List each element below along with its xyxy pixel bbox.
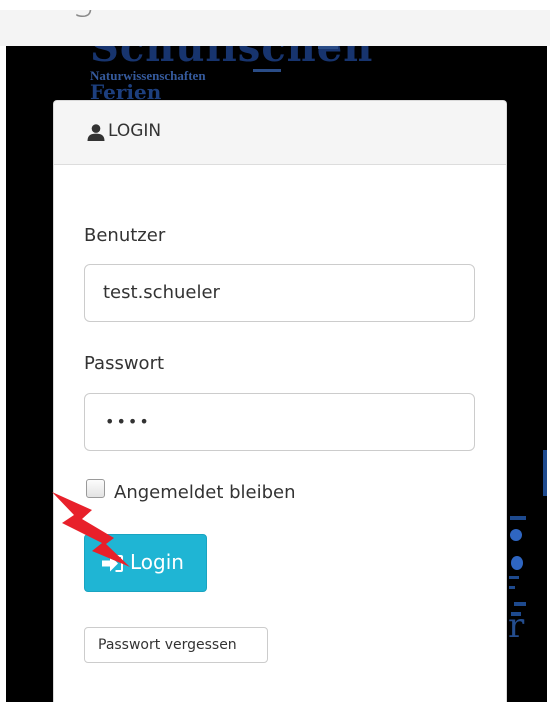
forgot-password-button[interactable]: Passwort vergessen <box>84 627 268 663</box>
background-word-fragment <box>318 46 338 49</box>
username-input[interactable]: test.schueler <box>84 264 475 322</box>
username-label: Benutzer <box>84 225 166 246</box>
user-icon <box>87 124 105 141</box>
background-word-fragment <box>510 516 526 520</box>
login-panel: LOGIN Benutzer test.schueler Passwort ••… <box>53 100 507 702</box>
username-value: test.schueler <box>103 282 220 303</box>
background-word-fragment <box>509 586 515 589</box>
password-label: Passwort <box>84 353 165 374</box>
background-word-fragment <box>511 556 523 570</box>
top-strip <box>0 0 550 10</box>
page-title: Login <box>28 10 129 18</box>
page-header: Login <box>0 10 550 47</box>
forgot-password-label: Passwort vergessen <box>98 637 237 653</box>
background-word-fragment <box>510 529 522 541</box>
panel-title: LOGIN <box>108 121 162 141</box>
lightning-bolt-icon <box>52 492 130 567</box>
password-masked-value: •••• <box>105 412 151 431</box>
background-word-fragment <box>253 69 281 72</box>
background-word-fragment <box>509 576 519 579</box>
password-input[interactable]: •••• <box>84 393 475 451</box>
background-word-fragment <box>543 450 547 496</box>
panel-heading: LOGIN <box>54 101 506 165</box>
login-button-label: Login <box>130 550 184 574</box>
background-word-fragment: r <box>508 606 525 646</box>
remember-me-label[interactable]: Angemeldet bleiben <box>114 482 296 503</box>
